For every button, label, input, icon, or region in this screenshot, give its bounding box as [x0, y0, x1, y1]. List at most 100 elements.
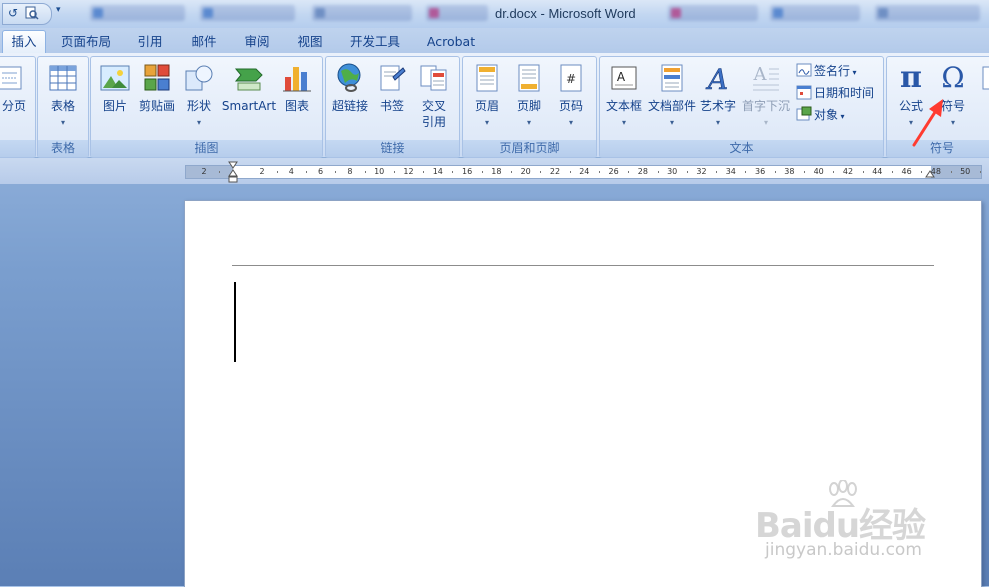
ruler-number: 32 [696, 167, 707, 176]
group-table: 表格 ▾ 表格 [37, 56, 89, 158]
right-indent-marker-icon[interactable] [925, 168, 935, 178]
ruler-tick [598, 171, 600, 173]
bookmark-icon [380, 65, 406, 91]
drop-cap-button[interactable]: A 首字下沉 ▾ [742, 60, 790, 136]
ruler-tick [921, 171, 923, 173]
ruler-number: 8 [347, 167, 353, 176]
baidu-watermark: Baidu经验 jingyan.baidu.com [755, 480, 955, 580]
ruler-tick [218, 171, 220, 173]
ruler-tick [511, 171, 513, 173]
ruler-tick [804, 171, 806, 173]
page-number-icon: # [560, 64, 582, 92]
window-title: dr.docx - Microsoft Word [495, 6, 636, 21]
calendar-icon [796, 85, 812, 100]
ruler-tick [335, 171, 337, 173]
date-time-button[interactable]: 日期和时间 [796, 83, 874, 103]
tab-review[interactable]: 审阅 [237, 31, 277, 52]
footer-button[interactable]: 页脚 ▾ [511, 60, 547, 136]
blurred-browser-tab [200, 5, 295, 21]
clipart-button[interactable]: 剪贴画 [137, 60, 177, 136]
header-button[interactable]: 页眉 ▾ [469, 60, 505, 136]
ruler-number: 14 [432, 167, 443, 176]
cross-reference-button[interactable]: 交叉 引用 [414, 60, 454, 136]
indent-marker-icon[interactable] [228, 160, 238, 184]
bookmark-button[interactable]: 书签 [374, 60, 410, 136]
picture-button[interactable]: 图片 [97, 60, 133, 136]
textbox-button[interactable]: A 文本框 ▾ [604, 60, 644, 136]
ruler-bar: 2 2 4 6 8 10 12 14 16 18 20 22 24 26 28 30 32 34 36 38 40 42 4… [0, 158, 989, 184]
blurred-browser-tab [875, 5, 980, 21]
ruler-number: 30 [667, 167, 678, 176]
wordart-button[interactable]: A 艺术字 ▾ [700, 60, 736, 136]
smartart-icon [234, 68, 263, 91]
table-label: 表格 [50, 99, 75, 113]
annotation-arrow-icon [912, 99, 943, 147]
group-illustrations-label: 插图 [91, 140, 322, 157]
table-button[interactable]: 表格 ▾ [42, 60, 84, 136]
tab-developer[interactable]: 开发工具 [344, 31, 406, 52]
print-preview-icon[interactable] [25, 6, 39, 20]
ruler-tick [481, 171, 483, 173]
ruler-tick [393, 171, 395, 173]
footer-icon [518, 64, 540, 92]
chevron-down-icon: ▾ [196, 118, 201, 127]
tab-page-layout[interactable]: 页面布局 [56, 31, 116, 52]
cross-reference-label-line1: 交叉 [421, 99, 446, 113]
ruler-number: 10 [374, 167, 385, 176]
shapes-button[interactable]: 形状 ▾ [181, 60, 217, 136]
ruler-tick [891, 171, 893, 173]
ruler-tick [364, 171, 366, 173]
qat-dropdown-icon[interactable]: ▾ [56, 5, 66, 19]
signature-line-button[interactable]: 签名行 ▾ [796, 61, 857, 81]
ribbon: 分页 表格 ▾ 表格 图片 剪贴画 形状 ▾ SmartArt 图表 插图 超链… [0, 53, 989, 158]
tab-view[interactable]: 视图 [290, 31, 330, 52]
ribbon-tab-bar: 插入 页面布局 引用 邮件 审阅 视图 开发工具 Acrobat [0, 28, 989, 54]
quick-parts-button[interactable]: 文档部件 ▾ [648, 60, 696, 136]
tab-mailings[interactable]: 邮件 [184, 31, 224, 52]
ruler-number: 42 [842, 167, 854, 176]
ruler-tick [862, 171, 864, 173]
ruler-tick [686, 171, 688, 173]
ruler-number: 20 [520, 167, 531, 176]
ruler-number: 22 [549, 167, 561, 176]
ruler-tick [716, 171, 718, 173]
blurred-browser-tab [312, 5, 412, 21]
group-text: A 文本框 ▾ 文档部件 ▾ A 艺术字 ▾ A 首字下沉 ▾ 签名行 ▾ 日期… [599, 56, 884, 158]
group-pages: 分页 [0, 56, 36, 158]
chevron-down-icon: ▾ [621, 118, 626, 127]
ruler-tick [950, 171, 952, 173]
chevron-down-icon: ▾ [60, 118, 65, 127]
tab-insert[interactable]: 插入 [2, 30, 46, 54]
page-break-button[interactable]: 分页 [0, 60, 31, 136]
group-header-footer: 页眉 ▾ 页脚 ▾ # 页码 ▾ 页眉和页脚 [462, 56, 597, 158]
page-number-button[interactable]: # 页码 ▾ [553, 60, 589, 136]
object-icon [796, 106, 812, 121]
wordart-label: 艺术字 [699, 99, 736, 113]
horizontal-ruler[interactable]: 2 2 4 6 8 10 12 14 16 18 20 22 24 26 28 30 32 34 36 38 40 42 4… [185, 165, 982, 179]
ruler-number: 50 [960, 167, 971, 176]
quick-parts-icon [661, 64, 683, 92]
tab-acrobat[interactable]: Acrobat [420, 31, 482, 52]
pi-icon: π [900, 60, 922, 95]
textbox-label: 文本框 [605, 99, 642, 113]
drop-cap-icon: A [753, 64, 779, 91]
undo-icon[interactable]: ↺ [6, 6, 20, 20]
smartart-button[interactable]: SmartArt [221, 60, 277, 136]
table-icon [49, 65, 77, 91]
text-cursor [234, 282, 236, 362]
tab-references[interactable]: 引用 [130, 31, 170, 52]
hyperlink-button[interactable]: 超链接 [330, 60, 370, 136]
title-bar: ↺ ▾ dr.docx - Microsoft Word [0, 0, 989, 29]
group-links-label: 链接 [326, 140, 459, 157]
ruler-number: 12 [403, 167, 414, 176]
header-label: 页眉 [474, 99, 499, 113]
chart-button[interactable]: 图表 [279, 60, 315, 136]
header-divider-line [232, 265, 934, 266]
blurred-browser-tab [668, 5, 758, 21]
chart-label: 图表 [284, 99, 309, 113]
svg-text:A: A [617, 70, 626, 84]
svg-text:A: A [753, 64, 768, 85]
chevron-down-icon: ▾ [763, 118, 768, 127]
object-button[interactable]: 对象 ▾ [796, 105, 845, 125]
number-button-partial[interactable] [979, 60, 989, 136]
